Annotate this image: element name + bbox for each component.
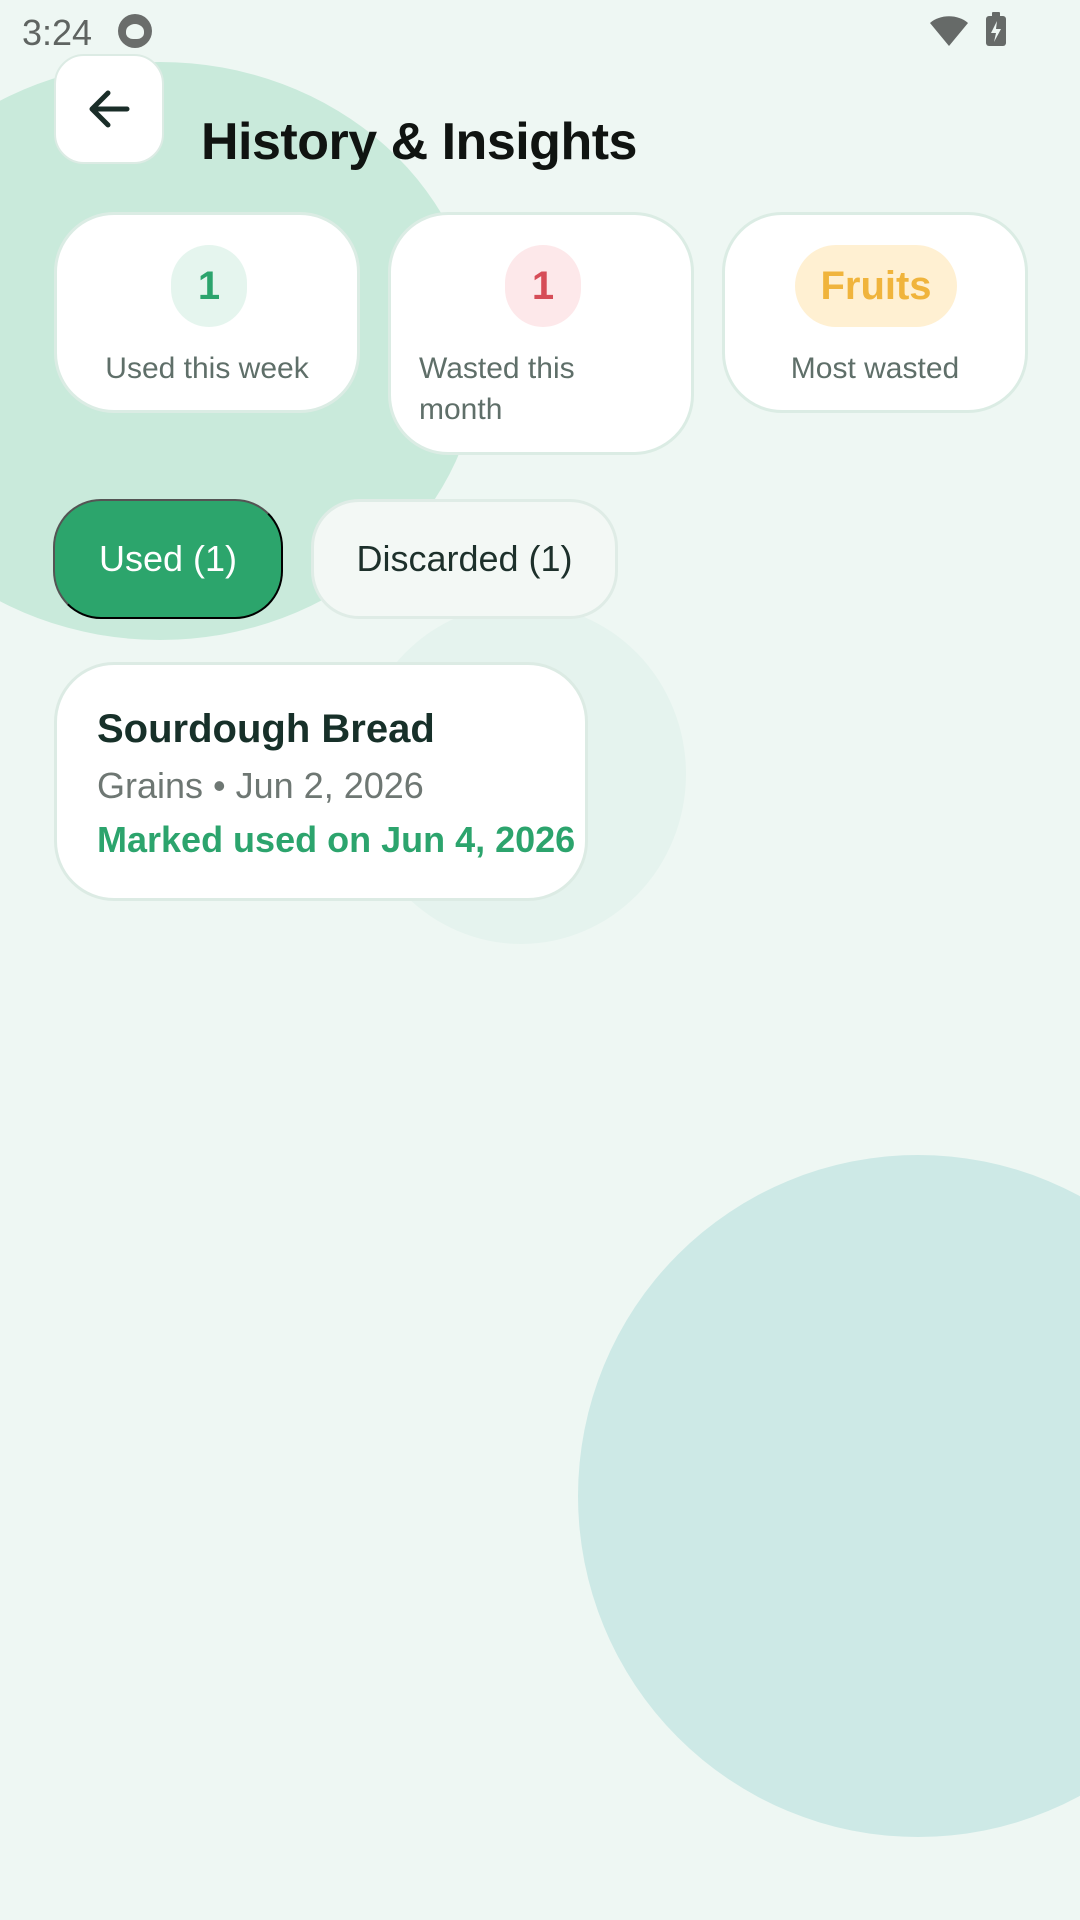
history-item-category: Grains [97, 765, 204, 806]
meta-separator: • [213, 765, 226, 806]
used-this-week-card: 1 Used this week [54, 212, 360, 413]
history-item-title: Sourdough Bread [97, 707, 435, 751]
wasted-this-month-card: 1 Wasted this month [388, 212, 694, 455]
app-notification-icon [118, 14, 152, 48]
wasted-count-badge: 1 [505, 245, 581, 327]
filter-used-button[interactable]: Used (1) [53, 499, 283, 619]
battery-icon [986, 12, 1006, 46]
history-item-meta: Grains • Jun 2, 2026 [97, 765, 424, 807]
wifi-icon [930, 16, 968, 46]
most-wasted-card: Fruits Most wasted [722, 212, 1028, 413]
history-item-date: Jun 2, 2026 [235, 765, 424, 806]
system-status-bar: 3:24 [0, 0, 1080, 62]
arrow-left-icon [89, 90, 130, 128]
history-item-card[interactable]: Sourdough Bread Grains • Jun 2, 2026 Marke… [54, 662, 588, 901]
page-title: History & Insights [201, 112, 637, 171]
history-item-status: Marked used on Jun 4, 2026 [97, 819, 576, 860]
used-count-badge: 1 [171, 245, 247, 327]
status-time: 3:24 [22, 12, 93, 53]
wasted-this-month-label: Wasted this month [419, 352, 575, 426]
filter-discarded-button[interactable]: Discarded (1) [311, 499, 618, 619]
back-button[interactable] [54, 54, 164, 164]
used-this-week-label: Used this week [105, 352, 309, 385]
most-wasted-label: Most wasted [790, 352, 960, 385]
background-circle-bottom-right [578, 1155, 1080, 1837]
most-wasted-category-badge: Fruits [795, 245, 957, 327]
